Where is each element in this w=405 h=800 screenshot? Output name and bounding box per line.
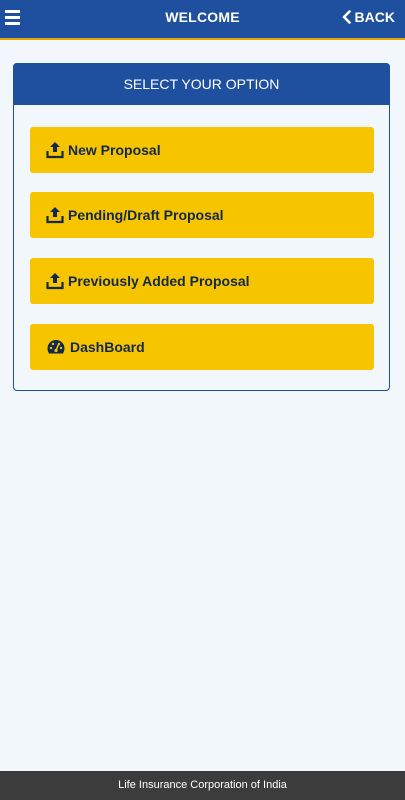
option-label: New Proposal	[68, 142, 161, 158]
footer: Life Insurance Corporation of India	[0, 771, 405, 800]
options-panel: SELECT YOUR OPTION New Proposal Pending/…	[13, 63, 390, 391]
upload-icon	[46, 273, 64, 290]
top-bar: WELCOME BACK	[0, 0, 405, 40]
previously-added-proposal-button[interactable]: Previously Added Proposal	[30, 258, 374, 304]
dashboard-icon	[47, 340, 65, 354]
upload-icon	[46, 142, 64, 159]
panel-title: SELECT YOUR OPTION	[13, 63, 390, 105]
option-label: Previously Added Proposal	[68, 273, 250, 289]
back-button[interactable]: BACK	[342, 0, 395, 34]
dashboard-button[interactable]: DashBoard	[30, 324, 374, 370]
chevron-left-icon	[342, 10, 351, 24]
upload-icon	[46, 207, 64, 224]
pending-draft-proposal-button[interactable]: Pending/Draft Proposal	[30, 192, 374, 238]
new-proposal-button[interactable]: New Proposal	[30, 127, 374, 173]
option-label: Pending/Draft Proposal	[68, 207, 224, 223]
back-label: BACK	[354, 9, 395, 25]
option-label: DashBoard	[70, 339, 145, 355]
